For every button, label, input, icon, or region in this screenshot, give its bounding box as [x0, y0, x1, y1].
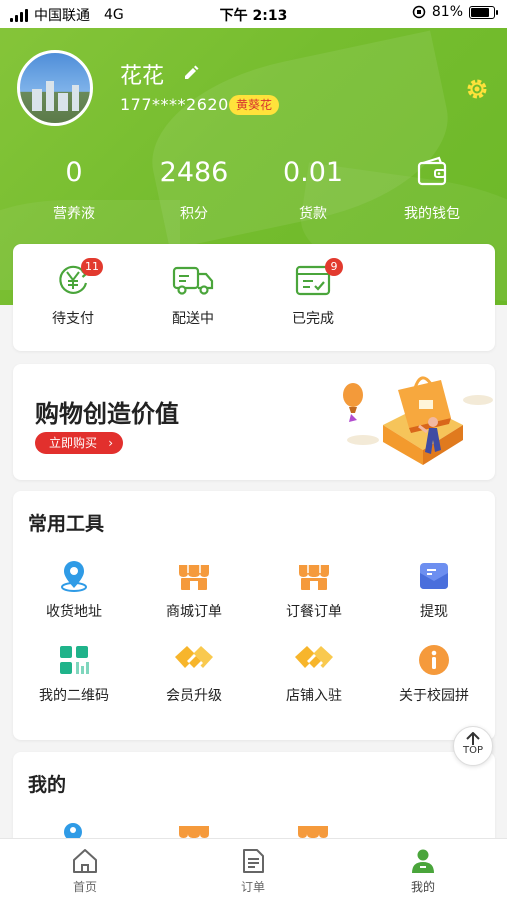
home-icon	[73, 849, 97, 873]
tool-my-qr-code[interactable]: 我的二维码	[19, 643, 129, 705]
tool-store-onboarding[interactable]: 店铺入驻	[259, 643, 369, 705]
tool-label: 会员升级	[166, 688, 222, 704]
tool-label: 商城订单	[166, 604, 222, 620]
tool-member-upgrade[interactable]: 会员升级	[139, 643, 249, 705]
section-title: 常用工具	[28, 513, 105, 535]
tab-label: 首页	[72, 880, 97, 894]
handshake-icon	[175, 646, 213, 670]
phone-number: 177****2620	[120, 95, 229, 114]
username: 花花	[120, 64, 165, 89]
stat-value: 2486	[159, 157, 229, 188]
battery-percent: 81%	[431, 4, 463, 20]
stat-nutrient[interactable]: 0 营养液	[14, 155, 134, 223]
qr-code-icon	[60, 646, 89, 674]
tab-home[interactable]: 首页	[45, 847, 125, 895]
tool-withdraw[interactable]: 提现	[379, 559, 489, 621]
order-completed[interactable]: 9 已完成	[268, 258, 358, 328]
scroll-to-top-button[interactable]: TOP	[453, 726, 493, 766]
stat-payment[interactable]: 0.01 货款	[253, 155, 373, 223]
order-in-delivery[interactable]: 配送中	[148, 262, 238, 328]
buy-now-label: 立即购买	[49, 436, 98, 450]
tool-label: 关于校园拼	[399, 688, 469, 704]
stat-label: 我的钱包	[404, 206, 460, 222]
tab-label: 我的	[410, 880, 435, 894]
banner-title: 购物创造价值	[35, 400, 179, 428]
location-pin-icon	[61, 561, 87, 592]
stat-points[interactable]: 2486 积分	[134, 155, 254, 223]
tool-label: 我的二维码	[39, 688, 109, 704]
order-label: 待支付	[52, 311, 94, 327]
buy-now-button[interactable]: 立即购买 ›	[35, 432, 124, 454]
shop-icon	[299, 565, 329, 590]
info-icon	[419, 645, 449, 675]
tool-label: 收货地址	[46, 604, 102, 620]
my-wallet-button[interactable]: 我的钱包	[372, 155, 492, 223]
common-tools-card: 常用工具 收货地址 商城订单 订餐订单 提现 我的二维码 会员升级 店铺入驻 关…	[13, 491, 495, 740]
tool-label: 订餐订单	[286, 604, 342, 620]
order-status-card: 11 待支付 配送中 9 已完成	[13, 244, 495, 351]
status-bar: 中国联通 4G 下午 2:13 81%	[0, 0, 507, 28]
section-title: 我的	[28, 774, 67, 796]
location-pin-icon	[64, 823, 82, 840]
gear-icon[interactable]	[464, 76, 490, 102]
stat-value: 0.01	[282, 157, 344, 188]
order-label: 配送中	[172, 311, 214, 327]
tool-label: 店铺入驻	[286, 688, 342, 704]
tool-meal-orders[interactable]: 订餐订单	[259, 559, 369, 621]
orientation-lock-icon	[412, 5, 426, 19]
stat-label: 营养液	[53, 206, 95, 222]
avatar[interactable]	[17, 50, 93, 126]
tool-mall-orders[interactable]: 商城订单	[139, 559, 249, 621]
tool-label: 提现	[420, 604, 448, 620]
shopping-illustration	[343, 376, 493, 465]
chevron-right-icon: ›	[108, 436, 114, 450]
bottom-tab-bar: 首页 订单 我的	[0, 838, 507, 900]
stat-label: 货款	[299, 206, 327, 222]
pending-count-badge: 11	[81, 258, 103, 276]
truck-icon	[172, 266, 214, 295]
arrow-up-icon	[466, 732, 480, 745]
shop-icon	[298, 826, 328, 838]
tab-mine[interactable]: 我的	[383, 847, 463, 895]
document-icon	[243, 849, 264, 873]
envelope-icon	[420, 563, 448, 589]
order-label: 已完成	[292, 311, 334, 327]
wallet-icon	[417, 156, 447, 186]
top-label: TOP	[462, 745, 483, 756]
stat-value: 0	[65, 157, 83, 188]
tab-orders[interactable]: 订单	[213, 847, 293, 895]
member-level-badge: 黄葵花	[229, 95, 280, 115]
order-pending-payment[interactable]: 11 待支付	[28, 258, 118, 328]
tab-label: 订单	[240, 880, 265, 894]
handshake-icon	[295, 646, 333, 670]
tool-shipping-address[interactable]: 收货地址	[19, 559, 129, 621]
shop-icon	[179, 826, 209, 838]
completed-count-badge: 9	[325, 258, 343, 276]
promo-banner[interactable]: 购物创造价值 立即购买 ›	[13, 364, 495, 480]
edit-icon[interactable]	[182, 64, 200, 82]
user-icon	[412, 849, 434, 873]
tool-about[interactable]: 关于校园拼	[379, 643, 489, 705]
battery-icon	[469, 5, 498, 19]
shop-icon	[179, 565, 209, 590]
stat-label: 积分	[180, 206, 208, 222]
